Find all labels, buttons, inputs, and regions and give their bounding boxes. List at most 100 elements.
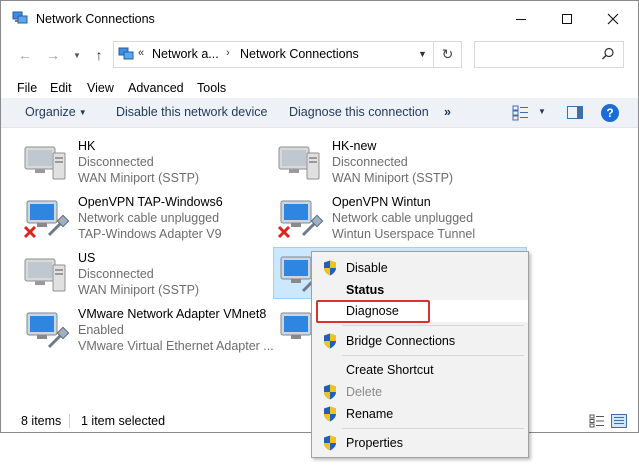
- uac-shield-icon: [324, 260, 336, 276]
- context-menu: Disable Status Diagnose Bridge Connectio…: [311, 251, 529, 458]
- connection-name: OpenVPN TAP-Windows6: [78, 195, 223, 209]
- wan-connection-icon: [277, 141, 325, 185]
- diagnose-connection-button[interactable]: Diagnose this connection: [289, 105, 429, 119]
- details-view-icon[interactable]: [589, 414, 605, 428]
- refresh-icon: ↻: [441, 46, 454, 62]
- wan-connection-icon: [23, 253, 71, 297]
- recent-locations-button[interactable]: ▼: [67, 45, 87, 65]
- close-icon: [607, 13, 619, 25]
- maximize-button[interactable]: [544, 1, 590, 37]
- change-view-icon[interactable]: [512, 105, 530, 121]
- ctx-disable-label: Disable: [346, 261, 388, 275]
- connection-item-vmware-vmnet8[interactable]: VMware Network Adapter VMnet8 Enabled VM…: [23, 307, 274, 359]
- connection-device: WAN Miniport (SSTP): [332, 171, 454, 185]
- address-dropdown-icon[interactable]: ▼: [418, 49, 427, 59]
- network-connections-app-icon: [12, 11, 28, 24]
- network-folder-icon: [118, 47, 134, 60]
- ctx-delete-label: Delete: [346, 385, 383, 399]
- menu-separator: [342, 325, 524, 326]
- organize-button[interactable]: Organize ▼: [25, 105, 87, 119]
- menu-view[interactable]: View: [87, 81, 114, 95]
- ctx-bridge-connections[interactable]: Bridge Connections: [312, 330, 528, 352]
- connection-status: Disconnected: [78, 155, 154, 169]
- menu-separator: [342, 428, 524, 429]
- title-bar: Network Connections: [1, 1, 638, 37]
- close-button[interactable]: [590, 1, 636, 37]
- organize-label: Organize: [25, 105, 76, 119]
- chevron-down-icon: ▼: [73, 50, 81, 60]
- connection-item-hk-new[interactable]: HK-new Disconnected WAN Miniport (SSTP): [277, 139, 527, 191]
- connection-status: Network cable unplugged: [78, 211, 220, 225]
- help-icon[interactable]: ?: [601, 104, 619, 122]
- uac-shield-icon: [324, 384, 336, 400]
- minimize-button[interactable]: [498, 1, 544, 37]
- refresh-button[interactable]: ↻: [433, 41, 461, 68]
- command-bar: Organize ▼ Disable this network device Di…: [1, 98, 638, 128]
- ctx-rename[interactable]: Rename: [312, 403, 528, 425]
- wan-connection-icon: [23, 141, 71, 185]
- connection-name: HK: [78, 139, 96, 153]
- breadcrumb-network-connections[interactable]: Network Connections: [240, 47, 359, 61]
- disable-device-button[interactable]: Disable this network device: [116, 105, 267, 119]
- ctx-shortcut-label: Create Shortcut: [346, 363, 434, 377]
- minimize-icon: [516, 18, 526, 20]
- menu-file[interactable]: File: [17, 81, 37, 95]
- diagnose-annotation-highlight: [316, 300, 430, 323]
- breadcrumb-overflow[interactable]: «: [138, 47, 144, 59]
- connection-status: Network cable unplugged: [332, 211, 474, 225]
- up-arrow-icon: ↑: [95, 47, 103, 63]
- maximize-icon: [562, 14, 572, 24]
- connection-item-openvpn-wintun[interactable]: OpenVPN Wintun Network cable unplugged W…: [277, 195, 527, 247]
- breadcrumb-network[interactable]: Network a...: [152, 47, 219, 61]
- menu-tools[interactable]: Tools: [197, 81, 226, 95]
- more-commands-button[interactable]: »: [444, 105, 451, 119]
- breadcrumb-separator[interactable]: ›: [226, 47, 230, 59]
- window-title: Network Connections: [36, 12, 155, 26]
- connection-device: VMware Virtual Ethernet Adapter ...: [78, 339, 274, 353]
- ctx-create-shortcut[interactable]: Create Shortcut: [312, 359, 528, 381]
- uac-shield-icon: [324, 406, 336, 422]
- connection-device: WAN Miniport (SSTP): [78, 171, 200, 185]
- connection-name: VMware Network Adapter VMnet8: [78, 307, 267, 321]
- connection-device: WAN Miniport (SSTP): [78, 283, 200, 297]
- preview-pane-icon[interactable]: [567, 106, 583, 119]
- menu-advanced[interactable]: Advanced: [128, 81, 184, 95]
- forward-arrow-icon: →: [46, 47, 60, 63]
- ctx-status[interactable]: Status: [312, 279, 528, 301]
- search-icon: [602, 47, 614, 60]
- connection-device: TAP-Windows Adapter V9: [78, 227, 222, 241]
- connection-status: Disconnected: [78, 267, 154, 281]
- ctx-rename-label: Rename: [346, 407, 394, 421]
- uac-shield-icon: [324, 435, 336, 451]
- connection-name: US: [78, 251, 96, 265]
- menu-edit[interactable]: Edit: [50, 81, 72, 95]
- selection-count: 1 item selected: [81, 414, 166, 428]
- back-button[interactable]: ←: [15, 45, 35, 65]
- ctx-status-label: Status: [346, 283, 385, 297]
- tiles-view-icon[interactable]: [611, 414, 627, 428]
- search-box[interactable]: [474, 41, 624, 68]
- ctx-properties[interactable]: Properties: [312, 432, 528, 454]
- ctx-properties-label: Properties: [346, 436, 403, 450]
- connection-name: OpenVPN Wintun: [332, 195, 431, 209]
- lan-connection-icon: [23, 197, 71, 241]
- uac-shield-icon: [324, 333, 336, 349]
- forward-button[interactable]: →: [43, 45, 63, 65]
- connection-name: HK-new: [332, 139, 377, 153]
- up-button[interactable]: ↑: [89, 45, 109, 65]
- status-separator: [69, 414, 70, 428]
- menu-separator: [342, 355, 524, 356]
- connection-item-us[interactable]: US Disconnected WAN Miniport (SSTP): [23, 251, 273, 303]
- connection-device: Wintun Userspace Tunnel: [332, 227, 476, 241]
- connection-item-hk[interactable]: HK Disconnected WAN Miniport (SSTP): [23, 139, 273, 191]
- connection-item-openvpn-tap[interactable]: OpenVPN TAP-Windows6 Network cable unplu…: [23, 195, 273, 247]
- connection-status: Enabled: [78, 323, 124, 337]
- lan-connection-icon: [23, 309, 71, 353]
- back-arrow-icon: ←: [18, 47, 32, 63]
- address-bar[interactable]: « Network a... › Network Connections ▼: [113, 41, 462, 68]
- view-options-dropdown-icon[interactable]: ▼: [538, 107, 546, 116]
- lan-connection-icon: [277, 197, 325, 241]
- ctx-bridge-label: Bridge Connections: [346, 334, 456, 348]
- ctx-disable[interactable]: Disable: [312, 257, 528, 279]
- ctx-delete: Delete: [312, 381, 528, 403]
